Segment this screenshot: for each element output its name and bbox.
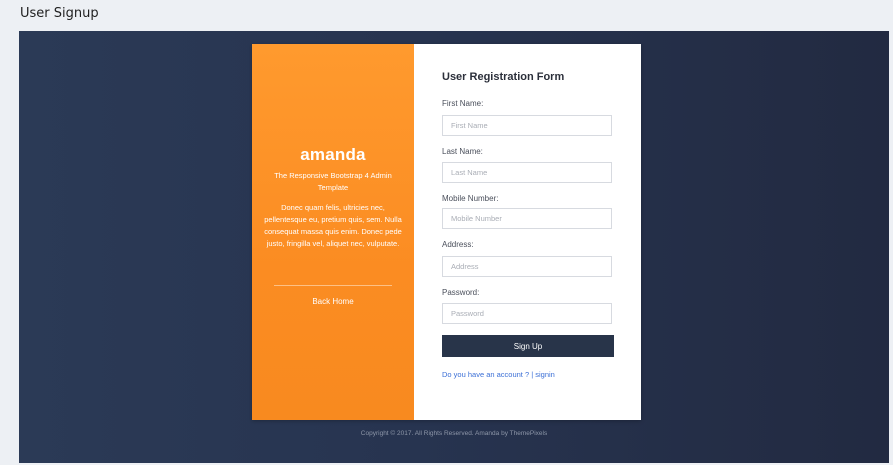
password-label: Password:: [442, 288, 480, 297]
brand-tagline: The Responsive Bootstrap 4 Admin Templat…: [274, 171, 392, 192]
address-label: Address:: [442, 240, 474, 249]
sign-up-button[interactable]: Sign Up: [442, 335, 614, 357]
mobile-number-input[interactable]: [442, 208, 612, 229]
last-name-input[interactable]: [442, 162, 612, 183]
signup-background: amanda The Responsive Bootstrap 4 Admin …: [19, 31, 889, 463]
signin-link[interactable]: Do you have an account ? | signin: [442, 370, 555, 379]
first-name-input[interactable]: [442, 115, 612, 136]
address-input[interactable]: [442, 256, 612, 277]
password-input[interactable]: [442, 303, 612, 324]
back-home-link[interactable]: Back Home: [252, 297, 414, 306]
registration-form: User Registration Form First Name: Last …: [414, 44, 641, 420]
brand-description: Donec quam felis, ultricies nec, pellent…: [264, 203, 402, 248]
brand-panel: amanda The Responsive Bootstrap 4 Admin …: [252, 44, 414, 420]
last-name-label: Last Name:: [442, 147, 483, 156]
brand-divider: [274, 285, 392, 286]
footer-copyright: Copyright © 2017. All Rights Reserved. A…: [360, 430, 548, 437]
form-title: User Registration Form: [442, 71, 565, 83]
first-name-label: First Name:: [442, 99, 484, 108]
brand-logo: amanda: [300, 145, 366, 164]
mobile-number-label: Mobile Number:: [442, 194, 499, 203]
page-heading: User Signup: [20, 6, 99, 21]
signup-card: amanda The Responsive Bootstrap 4 Admin …: [252, 44, 641, 420]
